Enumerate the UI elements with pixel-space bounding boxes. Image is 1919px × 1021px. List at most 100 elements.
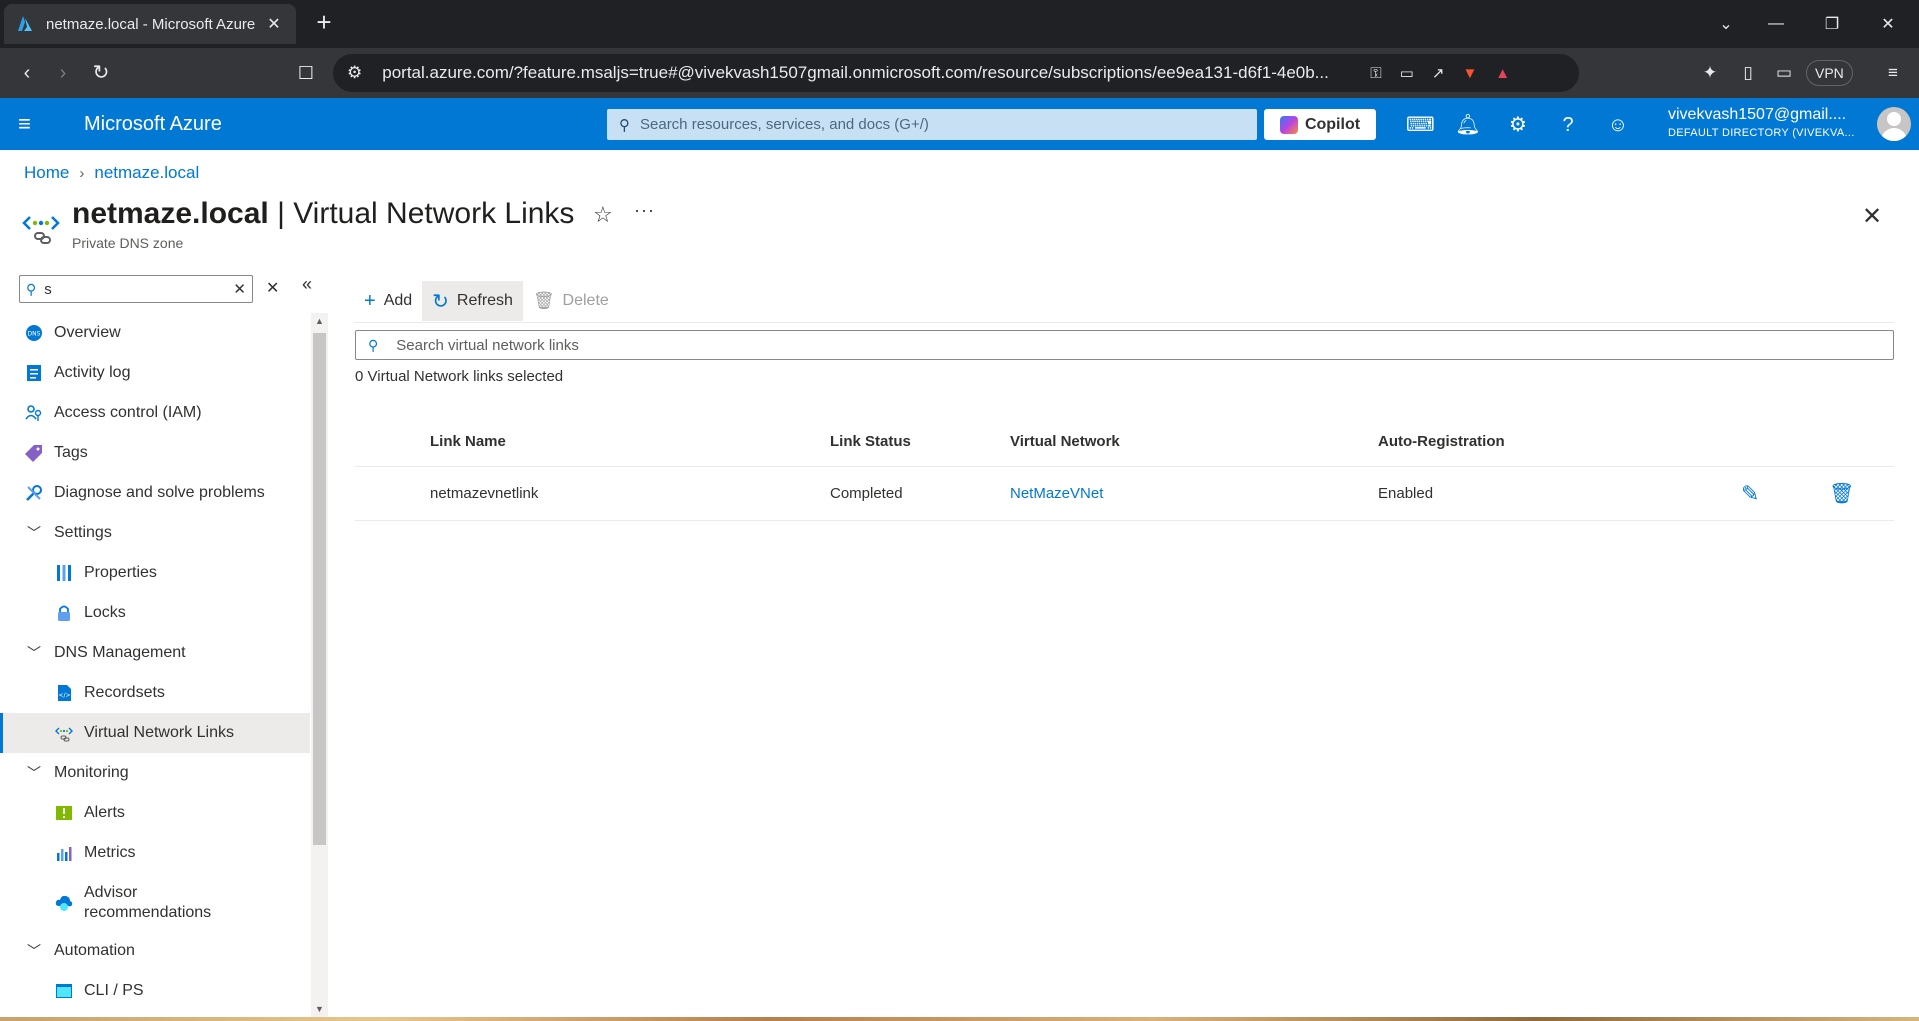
dns-icon: DNS [24,323,44,343]
refresh-label: Refresh [456,292,513,309]
nav-group-monitoring[interactable]: ﹀ Monitoring [0,753,310,793]
nav-label: Tags [54,444,88,461]
nav-label: Advisor [84,884,138,901]
close-search-icon[interactable]: ✕ [266,278,279,298]
brave-shield-icon[interactable]: ▼ [1462,65,1477,82]
nav-item-metrics[interactable]: Metrics [0,833,310,873]
delete-label: Delete [562,292,609,309]
nav-item-iam[interactable]: Access control (IAM) [0,393,310,433]
nav-group-dns-management[interactable]: ﹀ DNS Management [0,633,310,673]
more-options-icon[interactable]: ··· [634,200,655,221]
nav-label: Activity log [54,364,131,381]
browser-toolbar: ‹ › ↻ ☐ ⚙ portal.azure.com/?feature.msal… [0,48,1919,98]
nav-item-activity-log[interactable]: Activity log [0,353,310,393]
refresh-button[interactable]: ↻ Refresh [422,281,523,321]
collapse-menu-icon[interactable]: « [302,274,312,295]
vnet-links-search-placeholder: Search virtual network links [396,336,579,354]
nav-item-virtual-network-links[interactable]: Virtual Network Links [0,713,310,753]
sidebar-icon[interactable]: ▯ [1737,62,1759,84]
settings-gear-icon[interactable]: ⚙ [1505,112,1531,138]
clear-search-icon[interactable]: ✕ [233,280,246,298]
minimize-icon[interactable]: — [1751,0,1801,48]
bookmark-icon[interactable]: ☐ [293,60,319,86]
close-blade-icon[interactable]: ✕ [1862,202,1882,231]
breadcrumb-resource[interactable]: netmaze.local [94,163,199,183]
column-header-auto-registration[interactable]: Auto-Registration [1378,417,1505,466]
nav-label: CLI / PS [84,982,144,999]
brave-rewards-icon[interactable]: ▲ [1495,65,1510,82]
nav-item-advisor-recommendations[interactable]: Advisor recommendations [0,873,310,931]
back-icon[interactable]: ‹ [14,60,40,86]
nav-label: Virtual Network Links [84,724,234,741]
nav-item-diagnose[interactable]: Diagnose and solve problems [0,473,310,513]
vnet-links-search-input[interactable]: ⚲ Search virtual network links [355,330,1894,360]
edit-pencil-icon[interactable]: ✎ [1741,467,1759,520]
svg-text:</>: </> [58,692,70,699]
browser-tab[interactable]: netmaze.local - Microsoft Azure ✕ [4,4,296,44]
account-menu[interactable]: vivekvash1507@gmail.... DEFAULT DIRECTOR… [1668,106,1868,139]
close-window-icon[interactable]: ✕ [1863,0,1913,48]
avatar[interactable] [1877,107,1911,141]
delete-row-trash-icon[interactable]: 🗑︎ [1829,467,1854,520]
favorite-star-icon[interactable]: ☆ [593,202,613,228]
nav-group-automation[interactable]: ﹀ Automation [0,931,310,971]
copilot-icon [1279,115,1298,134]
menu-icon[interactable]: ≡ [1882,62,1904,84]
extensions-icon[interactable]: ✦ [1699,62,1721,84]
column-header-link-status[interactable]: Link Status [830,417,911,466]
scroll-down-icon[interactable]: ▼ [315,1004,324,1014]
forward-icon[interactable]: › [50,60,76,86]
nav-item-locks[interactable]: Locks [0,593,310,633]
portal-menu-icon[interactable]: ≡ [18,112,42,136]
delete-button[interactable]: 🗑︎ Delete [523,281,619,321]
scroll-up-icon[interactable]: ▲ [315,316,324,326]
cloud-shell-icon[interactable]: ⌨ [1406,112,1435,138]
feedback-icon[interactable]: ☺ [1605,112,1631,138]
reload-icon[interactable]: ↻ [88,60,114,86]
azure-favicon-icon [18,16,32,31]
copilot-button[interactable]: Copilot [1264,109,1376,140]
breadcrumb-separator-icon: › [79,164,85,182]
new-tab-icon[interactable]: + [310,8,338,36]
nav-item-cli-ps[interactable]: CLI / PS [0,971,310,1011]
column-header-virtual-network[interactable]: Virtual Network [1010,417,1120,466]
notifications-icon[interactable]: 🔔︎ [1455,112,1481,138]
cli-icon [54,981,74,1001]
column-header-link-name[interactable]: Link Name [430,417,506,466]
tab-close-icon[interactable]: ✕ [264,14,284,34]
vnet-links-table: Link Name Link Status Virtual Network Au… [355,417,1894,521]
cast-icon[interactable]: ▭ [1400,64,1414,82]
wallet-icon[interactable]: ▭ [1773,62,1795,84]
help-icon[interactable]: ? [1555,112,1581,138]
address-bar[interactable]: ⚙ portal.azure.com/?feature.msaljs=true#… [333,54,1579,92]
advisor-icon [54,893,74,913]
search-icon: ⚲ [619,116,630,134]
tab-search-icon[interactable]: ⌄ [1701,0,1751,48]
nav-scroll-thumb[interactable] [313,333,326,845]
properties-icon [54,563,74,583]
cell-virtual-network-link[interactable]: NetMazeVNet [1010,467,1103,520]
global-search-input[interactable]: ⚲ Search resources, services, and docs (… [607,109,1257,140]
nav-item-recordsets[interactable]: </> Recordsets [0,673,310,713]
nav-item-properties[interactable]: Properties [0,553,310,593]
add-button[interactable]: + Add [354,281,422,321]
restore-icon[interactable]: ❐ [1807,0,1857,48]
search-icon: ⚲ [368,336,379,353]
nav-group-settings[interactable]: ﹀ Settings [0,513,310,553]
tag-icon [24,443,44,463]
nav-search-input[interactable]: ⚲ s ✕ [19,275,253,303]
azure-brand[interactable]: Microsoft Azure [84,113,222,136]
wrench-icon [24,483,44,503]
nav-item-tags[interactable]: Tags [0,433,310,473]
breadcrumb-home[interactable]: Home [24,163,69,183]
key-icon[interactable]: ⚿ [1370,65,1381,82]
nav-item-alerts[interactable]: Alerts [0,793,310,833]
resource-menu: DNS Overview Activity log Access control… [0,313,310,1021]
share-icon[interactable]: ↗ [1432,64,1445,82]
nav-item-overview[interactable]: DNS Overview [0,313,310,353]
vpn-button[interactable]: VPN [1806,60,1853,86]
site-info-icon[interactable]: ⚙ [347,63,362,83]
alert-icon [54,803,74,823]
nav-label: Diagnose and solve problems [54,484,265,501]
table-row[interactable]: netmazevnetlink Completed NetMazeVNet En… [355,467,1894,521]
